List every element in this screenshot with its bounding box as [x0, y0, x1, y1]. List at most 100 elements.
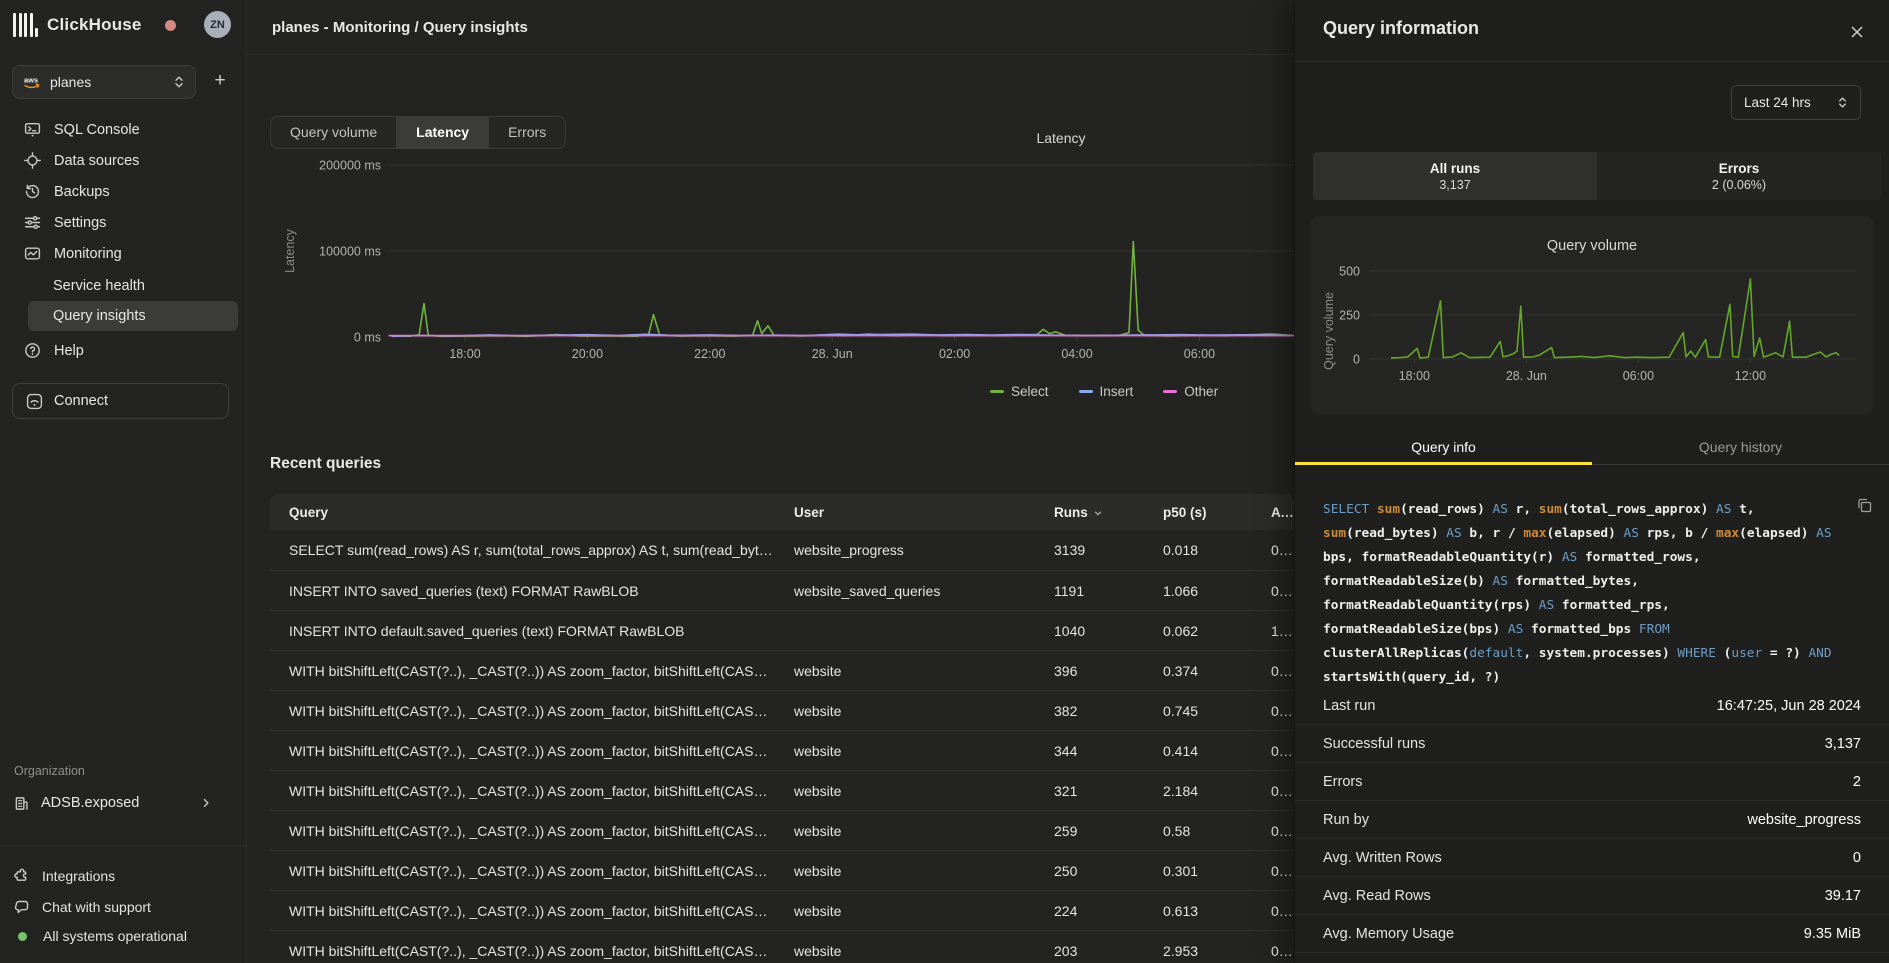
organization-section-label: Organization [14, 764, 85, 778]
cell-avg: 0 [1271, 703, 1294, 719]
tab-query-history[interactable]: Query history [1592, 434, 1889, 464]
monitoring-icon [24, 245, 41, 262]
cell-query: INSERT INTO saved_queries (text) FORMAT … [289, 583, 794, 599]
cell-avg: 0 [1271, 542, 1294, 558]
svg-text:18:00: 18:00 [1399, 369, 1430, 383]
service-selector[interactable]: aws planes [12, 65, 196, 99]
clickhouse-bars-icon [13, 13, 38, 37]
queries-table: QueryUserRunsp50 (s)Avg. SELECT sum(read… [270, 494, 1294, 963]
user-avatar[interactable]: ZN [204, 11, 231, 38]
chevron-updown-icon [173, 75, 185, 89]
detail-label: Run by [1323, 812, 1369, 828]
sidebar-item-label: Chat with support [42, 899, 151, 915]
legend-swatch [990, 390, 1004, 393]
detail-row: p50 latency0.018s [1295, 952, 1889, 963]
building-icon [14, 796, 29, 811]
details-list: Last run16:47:25, Jun 28 2024Successful … [1295, 687, 1889, 963]
cell-p50: 1.066 [1163, 583, 1271, 599]
brand-name: ClickHouse [47, 15, 142, 35]
table-row[interactable]: WITH bitShiftLeft(CAST(?..), _CAST(?..))… [270, 890, 1294, 930]
close-icon[interactable] [1847, 22, 1867, 42]
sidebar-divider [0, 845, 246, 846]
col-runs[interactable]: Runs [1054, 505, 1163, 520]
legend-item-insert[interactable]: Insert [1079, 384, 1134, 399]
service-name: planes [50, 74, 91, 90]
table-row[interactable]: WITH bitShiftLeft(CAST(?..), _CAST(?..))… [270, 930, 1294, 963]
sidebar-item-sql-console[interactable]: SQL Console [0, 114, 246, 145]
sidebar-item-label: Help [54, 343, 84, 359]
connect-label: Connect [54, 393, 108, 409]
sidebar-item-settings[interactable]: Settings [0, 207, 246, 238]
sidebar-item-integrations[interactable]: Integrations [14, 861, 246, 891]
cell-runs: 344 [1054, 743, 1163, 759]
toggle-value: 2 (0.06%) [1712, 178, 1766, 192]
sidebar-item-query-insights[interactable]: Query insights [28, 301, 238, 331]
detail-row: Run by website_progress [1295, 800, 1889, 838]
cell-runs: 1191 [1054, 583, 1163, 599]
svg-text:Latency: Latency [283, 228, 297, 273]
connect-button[interactable]: Connect [12, 383, 229, 419]
query-info-panel: Query information Last 24 hrs All runs3,… [1294, 0, 1889, 963]
cell-avg: 0 [1271, 583, 1294, 599]
presence-dot [165, 20, 176, 31]
time-range-value: Last 24 hrs [1744, 95, 1811, 110]
cell-user: website [794, 863, 1054, 879]
sidebar-item-all-systems-operational[interactable]: All systems operational [14, 921, 246, 951]
svg-text:200000 ms: 200000 ms [319, 159, 381, 173]
cell-user: website [794, 903, 1054, 919]
sidebar-item-service-health[interactable]: Service health [0, 271, 246, 301]
terminal-icon [24, 121, 41, 138]
detail-value: 9.35 MiB [1804, 926, 1861, 942]
sidebar-item-data-sources[interactable]: Data sources [0, 145, 246, 176]
toggle-errors[interactable]: Errors2 (0.06%) [1597, 152, 1881, 200]
legend-item-other[interactable]: Other [1163, 384, 1218, 399]
time-range-select[interactable]: Last 24 hrs [1731, 85, 1861, 120]
cell-p50: 0.414 [1163, 743, 1271, 759]
cell-query: WITH bitShiftLeft(CAST(?..), _CAST(?..))… [289, 783, 794, 799]
app-window: ClickHouse ZN aws planes + SQL ConsoleDa… [0, 0, 1889, 963]
table-row[interactable]: SELECT sum(read_rows) AS r, sum(total_ro… [270, 530, 1294, 570]
detail-row: Avg. Read Rows39.17 [1295, 876, 1889, 914]
legend-swatch [1163, 390, 1177, 393]
toggle-label: All runs [1430, 161, 1480, 176]
detail-value: 16:47:25, Jun 28 2024 [1717, 698, 1861, 714]
table-row[interactable]: WITH bitShiftLeft(CAST(?..), _CAST(?..))… [270, 850, 1294, 890]
copy-icon[interactable] [1856, 497, 1873, 514]
chat-icon [14, 899, 30, 915]
table-header: QueryUserRunsp50 (s)Avg. [270, 494, 1294, 530]
table-row[interactable]: INSERT INTO default.saved_queries (text)… [270, 610, 1294, 650]
tab-query-info[interactable]: Query info [1295, 434, 1592, 464]
sidebar-item-backups[interactable]: Backups [0, 176, 246, 207]
legend-item-select[interactable]: Select [990, 384, 1049, 399]
toggle-all-runs[interactable]: All runs3,137 [1313, 152, 1597, 200]
svg-text:12:00: 12:00 [1735, 369, 1766, 383]
col-p50-s: p50 (s) [1163, 505, 1271, 520]
table-row[interactable]: INSERT INTO saved_queries (text) FORMAT … [270, 570, 1294, 610]
cell-user: website [794, 823, 1054, 839]
cell-runs: 250 [1054, 863, 1163, 879]
sidebar-item-chat-with-support[interactable]: Chat with support [14, 892, 246, 922]
detail-value: 39.17 [1825, 888, 1861, 904]
table-row[interactable]: WITH bitShiftLeft(CAST(?..), _CAST(?..))… [270, 690, 1294, 730]
cell-query: WITH bitShiftLeft(CAST(?..), _CAST(?..))… [289, 903, 794, 919]
add-service-button[interactable]: + [207, 68, 233, 94]
connect-icon [26, 393, 43, 410]
detail-value: website_progress [1747, 812, 1861, 828]
svg-text:100000 ms: 100000 ms [319, 245, 381, 259]
table-row[interactable]: WITH bitShiftLeft(CAST(?..), _CAST(?..))… [270, 810, 1294, 850]
cell-p50: 0.745 [1163, 703, 1271, 719]
organization-row[interactable]: ADSB.exposed [14, 788, 236, 818]
sidebar-item-label: Monitoring [54, 246, 122, 262]
cell-avg: 1.15 [1271, 623, 1294, 639]
sidebar-item-help[interactable]: Help [0, 335, 246, 366]
table-row[interactable]: WITH bitShiftLeft(CAST(?..), _CAST(?..))… [270, 770, 1294, 810]
cell-user: website_saved_queries [794, 583, 1054, 599]
help-icon [24, 342, 41, 359]
table-row[interactable]: WITH bitShiftLeft(CAST(?..), _CAST(?..))… [270, 650, 1294, 690]
svg-text:18:00: 18:00 [449, 347, 480, 361]
cell-avg: 0 [1271, 943, 1294, 959]
panel-header: Query information [1295, 0, 1889, 62]
sidebar-item-monitoring[interactable]: Monitoring [0, 238, 246, 269]
sort-chevron-icon[interactable] [1093, 509, 1103, 517]
table-row[interactable]: WITH bitShiftLeft(CAST(?..), _CAST(?..))… [270, 730, 1294, 770]
